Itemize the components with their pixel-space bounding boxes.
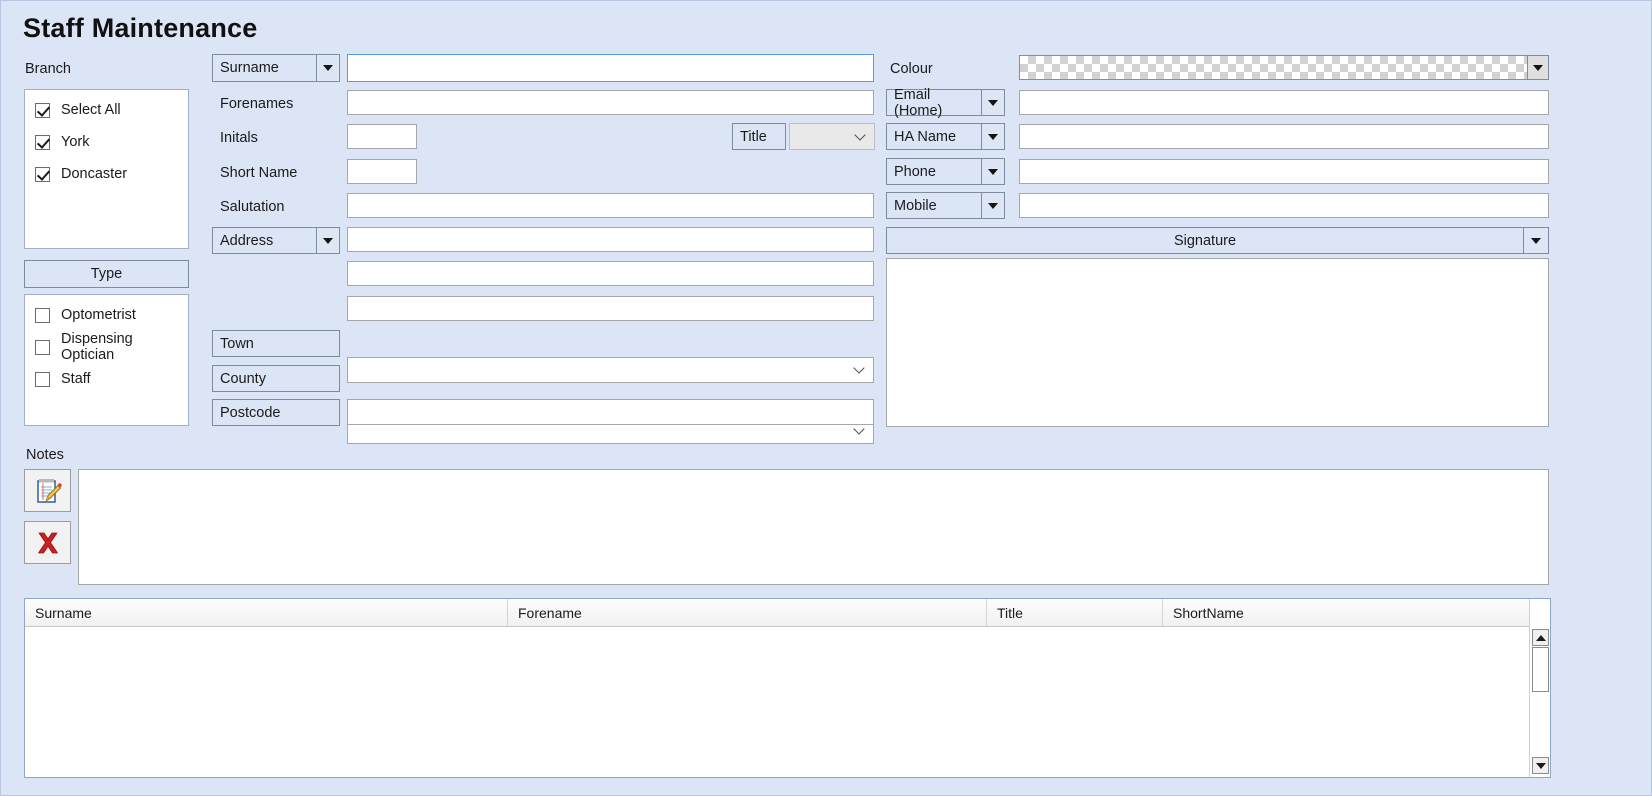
type-item-label: Optometrist xyxy=(61,307,136,323)
staff-results-grid[interactable]: Surname Forename Title ShortName xyxy=(24,598,1551,778)
branch-item-doncaster[interactable]: Doncaster xyxy=(25,160,188,188)
checkbox-icon[interactable] xyxy=(35,307,50,323)
scroll-up-button[interactable] xyxy=(1532,629,1549,646)
title-label-plate: Title xyxy=(732,123,786,150)
grid-vertical-scrollbar[interactable] xyxy=(1529,599,1550,777)
branch-item-label: York xyxy=(61,134,90,150)
mobile-field-selector-dropdown[interactable] xyxy=(982,192,1005,219)
address-line2-input[interactable] xyxy=(347,261,874,286)
mobile-input[interactable] xyxy=(1019,193,1549,218)
surname-input[interactable] xyxy=(347,54,874,82)
title-select[interactable] xyxy=(789,123,875,150)
address-field-selector[interactable]: Address xyxy=(212,227,317,254)
chevron-down-icon xyxy=(323,237,333,244)
colour-label: Colour xyxy=(890,61,933,77)
page-title: Staff Maintenance xyxy=(23,13,258,43)
checkbox-icon[interactable] xyxy=(35,339,50,355)
ha-name-input[interactable] xyxy=(1019,124,1549,149)
chevron-down-icon xyxy=(988,168,998,175)
signature-canvas[interactable] xyxy=(886,258,1549,427)
initials-input[interactable] xyxy=(347,124,417,149)
checkbox-icon[interactable] xyxy=(35,371,50,387)
colour-dropdown-button[interactable] xyxy=(1527,55,1549,80)
address-field-selector-dropdown[interactable] xyxy=(317,227,340,254)
phone-field-selector[interactable]: Phone xyxy=(886,158,982,185)
phone-field-selector-dropdown[interactable] xyxy=(982,158,1005,185)
chevron-down-icon xyxy=(323,65,333,71)
grid-column-surname[interactable]: Surname xyxy=(25,599,508,626)
grid-column-title[interactable]: Title xyxy=(987,599,1163,626)
signature-header[interactable]: Signature xyxy=(886,227,1524,254)
chevron-down-icon xyxy=(988,99,998,106)
colour-swatch[interactable] xyxy=(1019,55,1528,80)
forenames-input[interactable] xyxy=(347,90,874,115)
red-cross-icon xyxy=(37,532,58,553)
branch-item-york[interactable]: York xyxy=(25,128,188,156)
grid-header-row: Surname Forename Title ShortName xyxy=(25,599,1550,627)
short-name-label: Short Name xyxy=(220,165,298,181)
type-item-dispensing-optician[interactable]: Dispensing Optician xyxy=(25,331,188,363)
county-label-plate: County xyxy=(212,365,340,392)
chevron-down-icon xyxy=(988,202,998,209)
scrollbar-thumb[interactable] xyxy=(1532,647,1549,692)
postcode-label-plate: Postcode xyxy=(212,399,340,426)
branch-item-label: Select All xyxy=(61,102,121,118)
chevron-down-icon xyxy=(1533,64,1543,71)
ha-name-field-selector[interactable]: HA Name xyxy=(886,123,982,150)
mobile-field-selector[interactable]: Mobile xyxy=(886,192,982,219)
type-item-label: Dispensing Optician xyxy=(61,331,133,363)
phone-input[interactable] xyxy=(1019,159,1549,184)
checkbox-icon[interactable] xyxy=(35,134,50,150)
branch-item-label: Doncaster xyxy=(61,166,128,182)
edit-note-button[interactable] xyxy=(24,469,71,512)
salutation-input[interactable] xyxy=(347,193,874,218)
checkbox-icon[interactable] xyxy=(35,102,50,118)
surname-field-selector[interactable]: Surname xyxy=(212,54,317,82)
postcode-input[interactable] xyxy=(347,399,874,425)
town-select[interactable] xyxy=(347,357,874,383)
chevron-down-icon xyxy=(1531,237,1541,244)
initials-label: Initals xyxy=(220,130,258,146)
signature-dropdown-button[interactable] xyxy=(1524,227,1549,254)
staff-maintenance-window: Staff Maintenance Branch Select All York… xyxy=(0,0,1652,796)
branch-listbox[interactable]: Select All York Doncaster xyxy=(24,89,189,249)
surname-field-selector-dropdown[interactable] xyxy=(317,54,340,82)
email-home-field-selector-dropdown[interactable] xyxy=(982,89,1005,116)
triangle-up-icon xyxy=(1535,634,1546,641)
email-home-field-selector[interactable]: Email (Home) xyxy=(886,87,982,119)
grid-column-shortname[interactable]: ShortName xyxy=(1163,599,1530,626)
type-listbox[interactable]: Optometrist Dispensing Optician Staff xyxy=(24,294,189,426)
scroll-down-button[interactable] xyxy=(1532,757,1549,774)
type-header[interactable]: Type xyxy=(24,260,189,288)
notepad-pencil-icon xyxy=(36,478,62,503)
branch-label: Branch xyxy=(25,61,71,77)
type-item-staff[interactable]: Staff xyxy=(25,365,188,393)
type-item-label: Staff xyxy=(61,371,91,387)
triangle-down-icon xyxy=(1535,762,1546,769)
forenames-label: Forenames xyxy=(220,96,294,112)
town-label-plate: Town xyxy=(212,330,340,357)
salutation-label: Salutation xyxy=(220,199,285,215)
delete-note-button[interactable] xyxy=(24,521,71,564)
grid-column-forename[interactable]: Forename xyxy=(508,599,987,626)
short-name-input[interactable] xyxy=(347,159,417,184)
branch-item-select-all[interactable]: Select All xyxy=(25,96,188,124)
checkbox-icon[interactable] xyxy=(35,166,50,182)
chevron-down-icon xyxy=(988,133,998,140)
notes-textarea[interactable] xyxy=(78,469,1549,585)
email-home-input[interactable] xyxy=(1019,90,1549,115)
type-item-optometrist[interactable]: Optometrist xyxy=(25,301,188,329)
ha-name-field-selector-dropdown[interactable] xyxy=(982,123,1005,150)
address-line1-input[interactable] xyxy=(347,227,874,252)
notes-label: Notes xyxy=(26,447,64,463)
address-line3-input[interactable] xyxy=(347,296,874,321)
